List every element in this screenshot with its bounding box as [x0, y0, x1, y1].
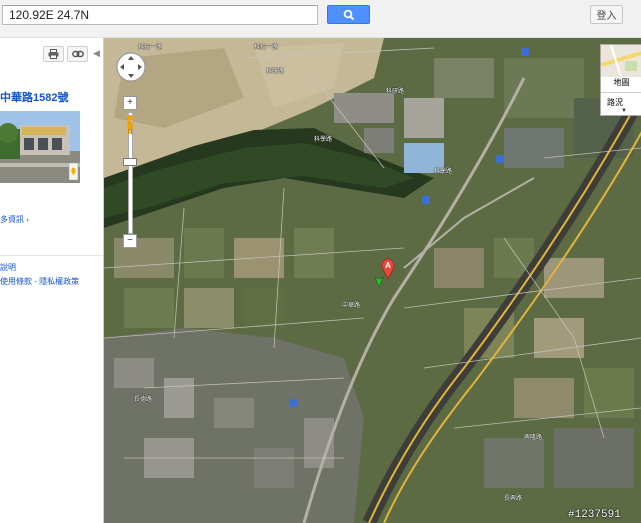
map-road-label: 興隆路: [524, 435, 543, 441]
print-icon: [48, 49, 59, 59]
map-road-label: 長興路: [504, 496, 523, 502]
terms-link[interactable]: 使用條款 - 隱私權政策: [0, 276, 79, 287]
search-button[interactable]: [327, 5, 370, 24]
map-road-label: 科研路: [386, 89, 405, 95]
place-title[interactable]: 中華路1582號: [0, 89, 68, 105]
search-icon: [343, 9, 354, 20]
link-icon: [71, 50, 84, 58]
map-type-control[interactable]: 地圖 路況 ▼: [600, 44, 641, 116]
streetview-arrow-icon: [374, 276, 384, 288]
satellite-imagery: [104, 38, 641, 523]
map-type-thumbnail[interactable]: [601, 45, 641, 77]
map-road-label: 科技一路: [254, 45, 279, 51]
map-road-label: 中華路: [342, 303, 361, 309]
link-button[interactable]: [67, 46, 88, 62]
map-type-label[interactable]: 地圖: [601, 77, 641, 88]
help-link[interactable]: 說明: [0, 262, 16, 273]
route-shield-icon: [521, 48, 529, 56]
panel-toolbar: [43, 46, 88, 62]
place-photo[interactable]: [0, 111, 80, 183]
traffic-toggle[interactable]: 路況: [607, 97, 623, 108]
login-button[interactable]: 登入: [590, 5, 623, 24]
pegman-icon[interactable]: [125, 114, 135, 134]
route-shield-icon: [496, 155, 504, 163]
print-button[interactable]: [43, 46, 64, 62]
zoom-thumb[interactable]: [123, 158, 137, 166]
top-search-bar: 登入: [0, 0, 641, 38]
map-type-divider: [601, 92, 641, 93]
pan-control-icon[interactable]: [115, 51, 147, 83]
route-shield-icon: [289, 399, 297, 407]
map-road-label: 科學路: [314, 137, 333, 143]
zoom-out-button[interactable]: −: [123, 234, 137, 248]
map-canvas[interactable]: 科技一路 科技一路 科研路 科研路 科學路 科學路 中華路 興隆路 長德路 長興…: [104, 38, 641, 523]
map-road-label: 科技一路: [138, 45, 163, 51]
zoom-in-button[interactable]: +: [123, 96, 137, 110]
route-shield-icon: [422, 196, 430, 204]
map-road-label: 科學路: [434, 169, 453, 175]
search-input[interactable]: [2, 5, 318, 25]
more-info-link[interactable]: 多資訊 ›: [0, 214, 29, 225]
watermark-text: #1237591: [568, 509, 621, 521]
marker-letter: A: [385, 261, 391, 270]
map-road-label: 長德路: [134, 397, 153, 403]
chevron-left-icon[interactable]: ◀: [93, 48, 100, 59]
panel-divider: [0, 255, 103, 256]
left-panel: ◀ 中華路1582號 多資訊 › 說明 使用條款 - 隱私權政策: [0, 38, 103, 523]
map-road-label: 科研路: [266, 69, 285, 75]
chevron-down-icon[interactable]: ▼: [621, 108, 627, 114]
